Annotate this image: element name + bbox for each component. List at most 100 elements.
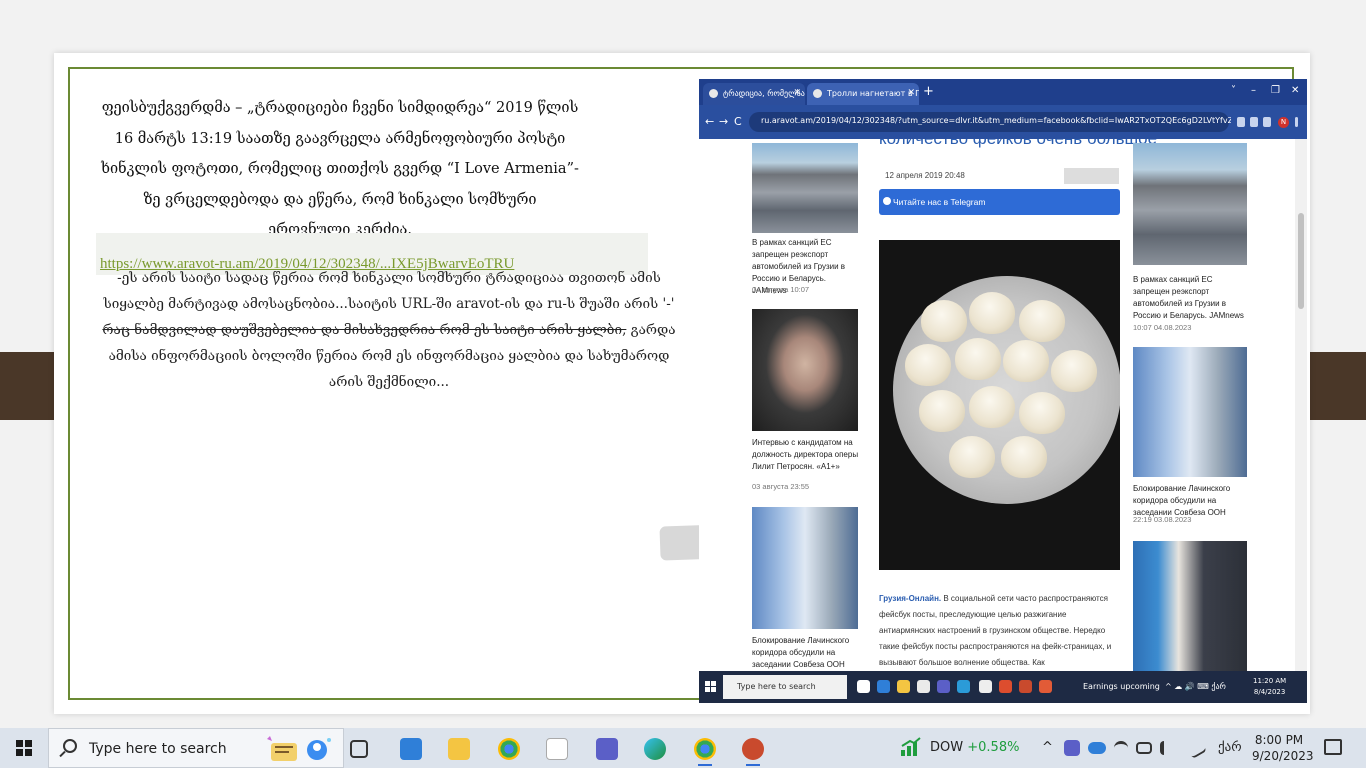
teams-icon[interactable]: [596, 738, 618, 760]
search-icon: [63, 739, 77, 753]
news-thumb-interview[interactable]: [752, 309, 858, 431]
windows-start-icon[interactable]: [16, 740, 32, 756]
dumpling: [955, 338, 1001, 380]
notification-center-icon[interactable]: [1324, 739, 1342, 755]
wifi-icon[interactable]: [1114, 741, 1128, 755]
url-text: ru.aravot.am/2019/04/12/302348/?utm_sour…: [761, 116, 1231, 125]
inner-news-widget: Earnings upcoming: [1083, 682, 1160, 691]
dumpling: [921, 300, 967, 342]
article-date: 12 апреля 2019 20:48: [885, 171, 965, 180]
browser-screenshot: ტრადიცია, რომელსაც საქართ ✕ Тролли нагне…: [699, 79, 1307, 703]
taskbar-search-placeholder: Type here to search: [89, 741, 227, 757]
new-tab-button[interactable]: +: [923, 84, 934, 99]
inner-app-icon: [979, 680, 992, 693]
news-thumb-official[interactable]: [1133, 541, 1247, 671]
inner-teams-icon: [937, 680, 950, 693]
pen-icon[interactable]: [1185, 737, 1207, 759]
dumpling: [969, 292, 1015, 334]
inner-task-view-icon: [857, 680, 870, 693]
dumpling: [1019, 300, 1065, 342]
battery-icon[interactable]: [1136, 742, 1152, 754]
inner-search-box: Type here to search: [723, 675, 847, 699]
share-icon[interactable]: [1237, 117, 1245, 127]
mail-icon[interactable]: [400, 738, 422, 760]
task-view-icon[interactable]: [350, 740, 368, 758]
browser-tab-2[interactable]: Тролли нагнетают в Грузии а ✕: [807, 83, 919, 105]
system-clock[interactable]: 8:00 PM 9/20/2023: [1252, 732, 1314, 764]
dow-change: +0.58%: [967, 740, 1020, 755]
telegram-button[interactable]: Читайте нас в Telegram: [879, 189, 1120, 215]
tab-favicon-icon: [813, 89, 822, 98]
article-headline: количество фейков очень большое: [879, 139, 1157, 149]
news-thumb-flags[interactable]: [752, 507, 858, 629]
bookmark-star-icon[interactable]: [1250, 117, 1258, 127]
tab-search-icon[interactable]: ˅: [1231, 85, 1236, 96]
article-text: В социальной сети часто распространяются…: [879, 594, 1112, 667]
web-page: В рамках санкций ЕС запрещен реэкспорт а…: [699, 139, 1307, 671]
tab-close-icon[interactable]: ✕: [907, 88, 915, 98]
volume-icon[interactable]: [1160, 741, 1174, 755]
stock-widget[interactable]: DOW +0.58%: [930, 740, 1019, 755]
reload-icon[interactable]: C: [734, 115, 742, 128]
inner-mail-icon: [877, 680, 890, 693]
news-date-left-1: 04 августа 10:07: [752, 285, 810, 294]
browser-tab-1[interactable]: ტრადიცია, რომელსაც საქართ ✕: [703, 83, 805, 105]
windows-taskbar: Type here to search DOW +0.58% ^ ქარ 8:0: [0, 728, 1366, 768]
dumpling: [1001, 436, 1047, 478]
address-bar[interactable]: ru.aravot.am/2019/04/12/302348/?utm_sour…: [749, 112, 1231, 132]
slide-frame: ფეისბუქგვერდმა – „ტრადიციები ჩვენი სიმდი…: [68, 67, 1307, 703]
language-indicator[interactable]: ქარ: [1218, 740, 1242, 755]
profile-avatar[interactable]: N: [1278, 117, 1289, 128]
note-strikethrough: რაც ნამდვილად დაუშვებელია და მისახვედრია…: [102, 322, 627, 338]
news-date-left-2: 03 августа 23:55: [752, 482, 810, 491]
inner-search-text: Type here to search: [737, 682, 816, 691]
microsoft-store-icon[interactable]: [546, 738, 568, 760]
news-title-left-3[interactable]: Блокирование Лачинского коридора обсудил…: [752, 635, 860, 671]
news-title-left-2[interactable]: Интервью с кандидатом на должность дирек…: [752, 437, 860, 473]
chrome-icon[interactable]: [498, 738, 520, 760]
tab-favicon-icon: [709, 89, 718, 98]
dow-label: DOW: [930, 740, 964, 755]
back-icon[interactable]: ←: [705, 115, 714, 128]
tab-close-icon[interactable]: ✕: [793, 88, 801, 98]
scrollbar-thumb[interactable]: [1298, 213, 1304, 309]
inner-store-icon: [917, 680, 930, 693]
inner-time: 11:20 AM: [1253, 677, 1287, 685]
article-body: Грузия-Онлайн. В социальной сети часто р…: [879, 591, 1123, 671]
news-title-right-2[interactable]: Блокирование Лачинского коридора обсудил…: [1133, 483, 1249, 519]
page-scrollbar[interactable]: [1295, 139, 1307, 671]
close-window-icon[interactable]: ✕: [1291, 85, 1299, 96]
chrome-profile-icon[interactable]: [694, 738, 716, 766]
tray-chevron-icon[interactable]: ^: [1042, 740, 1053, 755]
presentation-slide: ფეისბუქგვერდმა – „ტრადიციები ჩვენი სიმდი…: [54, 53, 1310, 714]
dumpling: [1019, 392, 1065, 434]
powerpoint-icon[interactable]: [742, 738, 764, 766]
note-part-1: -ეს არის საიტი სადაც წერია რომ ხინკალი ს…: [103, 270, 675, 312]
print-button[interactable]: [1064, 168, 1119, 184]
onedrive-cloud-icon[interactable]: [1088, 742, 1106, 754]
news-date-right-2: 22:19 03.08.2023: [1133, 515, 1192, 524]
inner-powerpoint-icon: [1019, 680, 1032, 693]
browser-navbar: ← → C ru.aravot.am/2019/04/12/302348/?ut…: [699, 105, 1307, 139]
news-title-right-1[interactable]: В рамках санкций ЕС запрещен реэкспорт а…: [1133, 274, 1249, 322]
dumpling: [949, 436, 995, 478]
article-image-khinkali: [879, 240, 1120, 570]
inner-folder-icon: [897, 680, 910, 693]
news-thumb-parking[interactable]: [752, 143, 858, 233]
forward-icon[interactable]: →: [719, 115, 728, 128]
sidebar-icon[interactable]: [1263, 117, 1271, 127]
news-thumb-flags-right[interactable]: [1133, 347, 1247, 477]
file-explorer-icon[interactable]: [448, 738, 470, 760]
telegram-label: Читайте нас в Telegram: [893, 197, 986, 207]
tray-teams-icon[interactable]: [1064, 740, 1080, 756]
article-lead[interactable]: Грузия-Онлайн.: [879, 594, 941, 603]
dumpling: [919, 390, 965, 432]
maximize-icon[interactable]: ❐: [1271, 85, 1280, 96]
inner-chrome-profile-icon: [1039, 680, 1052, 693]
menu-kebab-icon[interactable]: [1295, 117, 1298, 127]
taskbar-search-box[interactable]: Type here to search: [48, 728, 344, 768]
analysis-note: -ეს არის საიტი სადაც წერია რომ ხინკალი ს…: [92, 265, 686, 395]
edge-icon[interactable]: [644, 738, 666, 760]
news-thumb-parking-right[interactable]: [1133, 143, 1247, 265]
minimize-icon[interactable]: –: [1251, 85, 1256, 96]
